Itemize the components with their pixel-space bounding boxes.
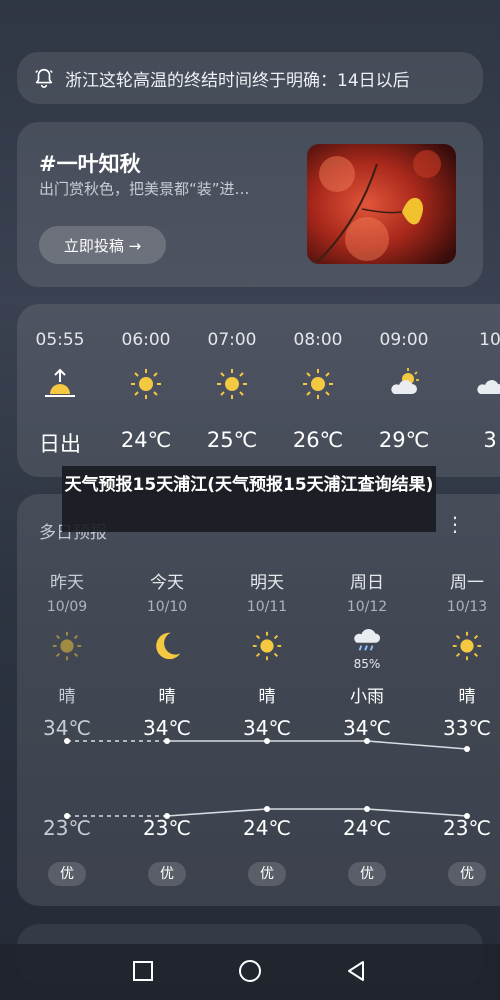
- day-high: 33℃: [443, 716, 491, 740]
- day-date: 10/09: [46, 599, 88, 615]
- day-date: 10/11: [246, 599, 288, 615]
- day-date: 10/12: [346, 599, 388, 615]
- day-condition: 晴: [258, 687, 276, 707]
- sun-icon: [252, 631, 282, 661]
- hour-value: 29℃: [378, 428, 430, 452]
- hour-time: 05:55: [35, 330, 85, 350]
- promo-title: #一叶知秋: [39, 152, 141, 176]
- aqi-badge: 优: [348, 862, 386, 886]
- aqi-badge: 优: [148, 862, 186, 886]
- day-condition: 晴: [58, 687, 76, 707]
- low-temp-segment: [366, 808, 468, 817]
- aqi-badge: 优: [448, 862, 486, 886]
- moon-icon: [156, 632, 181, 660]
- autumn-leaf-photo: [307, 144, 456, 264]
- navigation-bar: [0, 944, 500, 1000]
- hour-time: 08:00: [293, 330, 343, 350]
- low-temp-point: [364, 806, 370, 812]
- high-temp-point: [464, 746, 470, 752]
- partly-cloudy-icon: [391, 368, 419, 394]
- high-temp-segment: [366, 740, 468, 750]
- rain-cloud-icon: [354, 629, 381, 651]
- hour-time: 06:00: [121, 330, 171, 350]
- day-low: 24℃: [343, 816, 391, 840]
- aqi-badge: 优: [248, 862, 286, 886]
- bell-icon: [35, 68, 53, 88]
- day-low: 23℃: [143, 816, 191, 840]
- day-label: 昨天: [50, 573, 84, 593]
- alert-banner[interactable]: 浙江这轮高温的终结时间终于明确：14日以后: [17, 52, 483, 104]
- day-condition: 晴: [458, 687, 476, 707]
- hour-value: 24℃: [120, 428, 172, 452]
- hour-value: 25℃: [206, 428, 258, 452]
- submit-button[interactable]: 立即投稿 →: [39, 226, 166, 264]
- sun-icon: [52, 631, 82, 661]
- daily-forecast[interactable]: 多日预报 ⋮ 昨天 10/09 晴 34℃ 23℃ 优 今天 10/10 晴 3…: [17, 494, 500, 906]
- day-low: 23℃: [443, 816, 491, 840]
- day-condition: 小雨: [350, 687, 384, 707]
- day-low: 24℃: [243, 816, 291, 840]
- day-high: 34℃: [143, 716, 191, 740]
- hour-time: 09:00: [379, 330, 429, 350]
- sunrise-icon: [45, 368, 75, 397]
- precip-chance: 85%: [353, 657, 381, 671]
- low-temp-segment: [166, 808, 268, 817]
- day-high: 34℃: [43, 716, 91, 740]
- image-caption: 天气预报15天浦江(天气预报15天浦江查询结果): [62, 466, 436, 532]
- sun-icon: [452, 631, 482, 661]
- day-label: 今天: [150, 573, 184, 593]
- promo-subtitle: 出门赏秋色，把美景都“装”进…: [39, 180, 250, 198]
- square-icon[interactable]: [130, 958, 156, 984]
- day-date: 10/10: [146, 599, 188, 615]
- hour-time: 10: [479, 330, 500, 350]
- day-label: 明天: [250, 573, 284, 593]
- hour-time: 07:00: [207, 330, 257, 350]
- low-temp-point: [264, 806, 270, 812]
- day-label: 周日: [350, 573, 384, 593]
- alert-text: 浙江这轮高温的终结时间终于明确：14日以后: [65, 70, 410, 91]
- sun-icon: [303, 369, 333, 399]
- circle-icon[interactable]: [237, 958, 263, 984]
- sun-icon: [217, 369, 247, 399]
- partly-cloudy-icon: [477, 380, 500, 394]
- hourly-forecast[interactable]: 05:55 日出 06:00 24℃ 07:00 25℃ 08:00 26℃ 0…: [17, 304, 500, 477]
- day-label: 周一: [450, 573, 484, 593]
- day-high: 34℃: [343, 716, 391, 740]
- triangle-back-icon[interactable]: [343, 958, 369, 984]
- hour-value: 3: [483, 428, 497, 452]
- day-date: 10/13: [446, 599, 488, 615]
- promo-card[interactable]: #一叶知秋 出门赏秋色，把美景都“装”进… 立即投稿 →: [17, 122, 483, 287]
- day-low: 23℃: [43, 816, 91, 840]
- day-condition: 晴: [158, 687, 176, 707]
- day-high: 34℃: [243, 716, 291, 740]
- aqi-badge: 优: [48, 862, 86, 886]
- sun-icon: [131, 369, 161, 399]
- hour-value: 26℃: [292, 428, 344, 452]
- hour-value: 日出: [39, 432, 81, 456]
